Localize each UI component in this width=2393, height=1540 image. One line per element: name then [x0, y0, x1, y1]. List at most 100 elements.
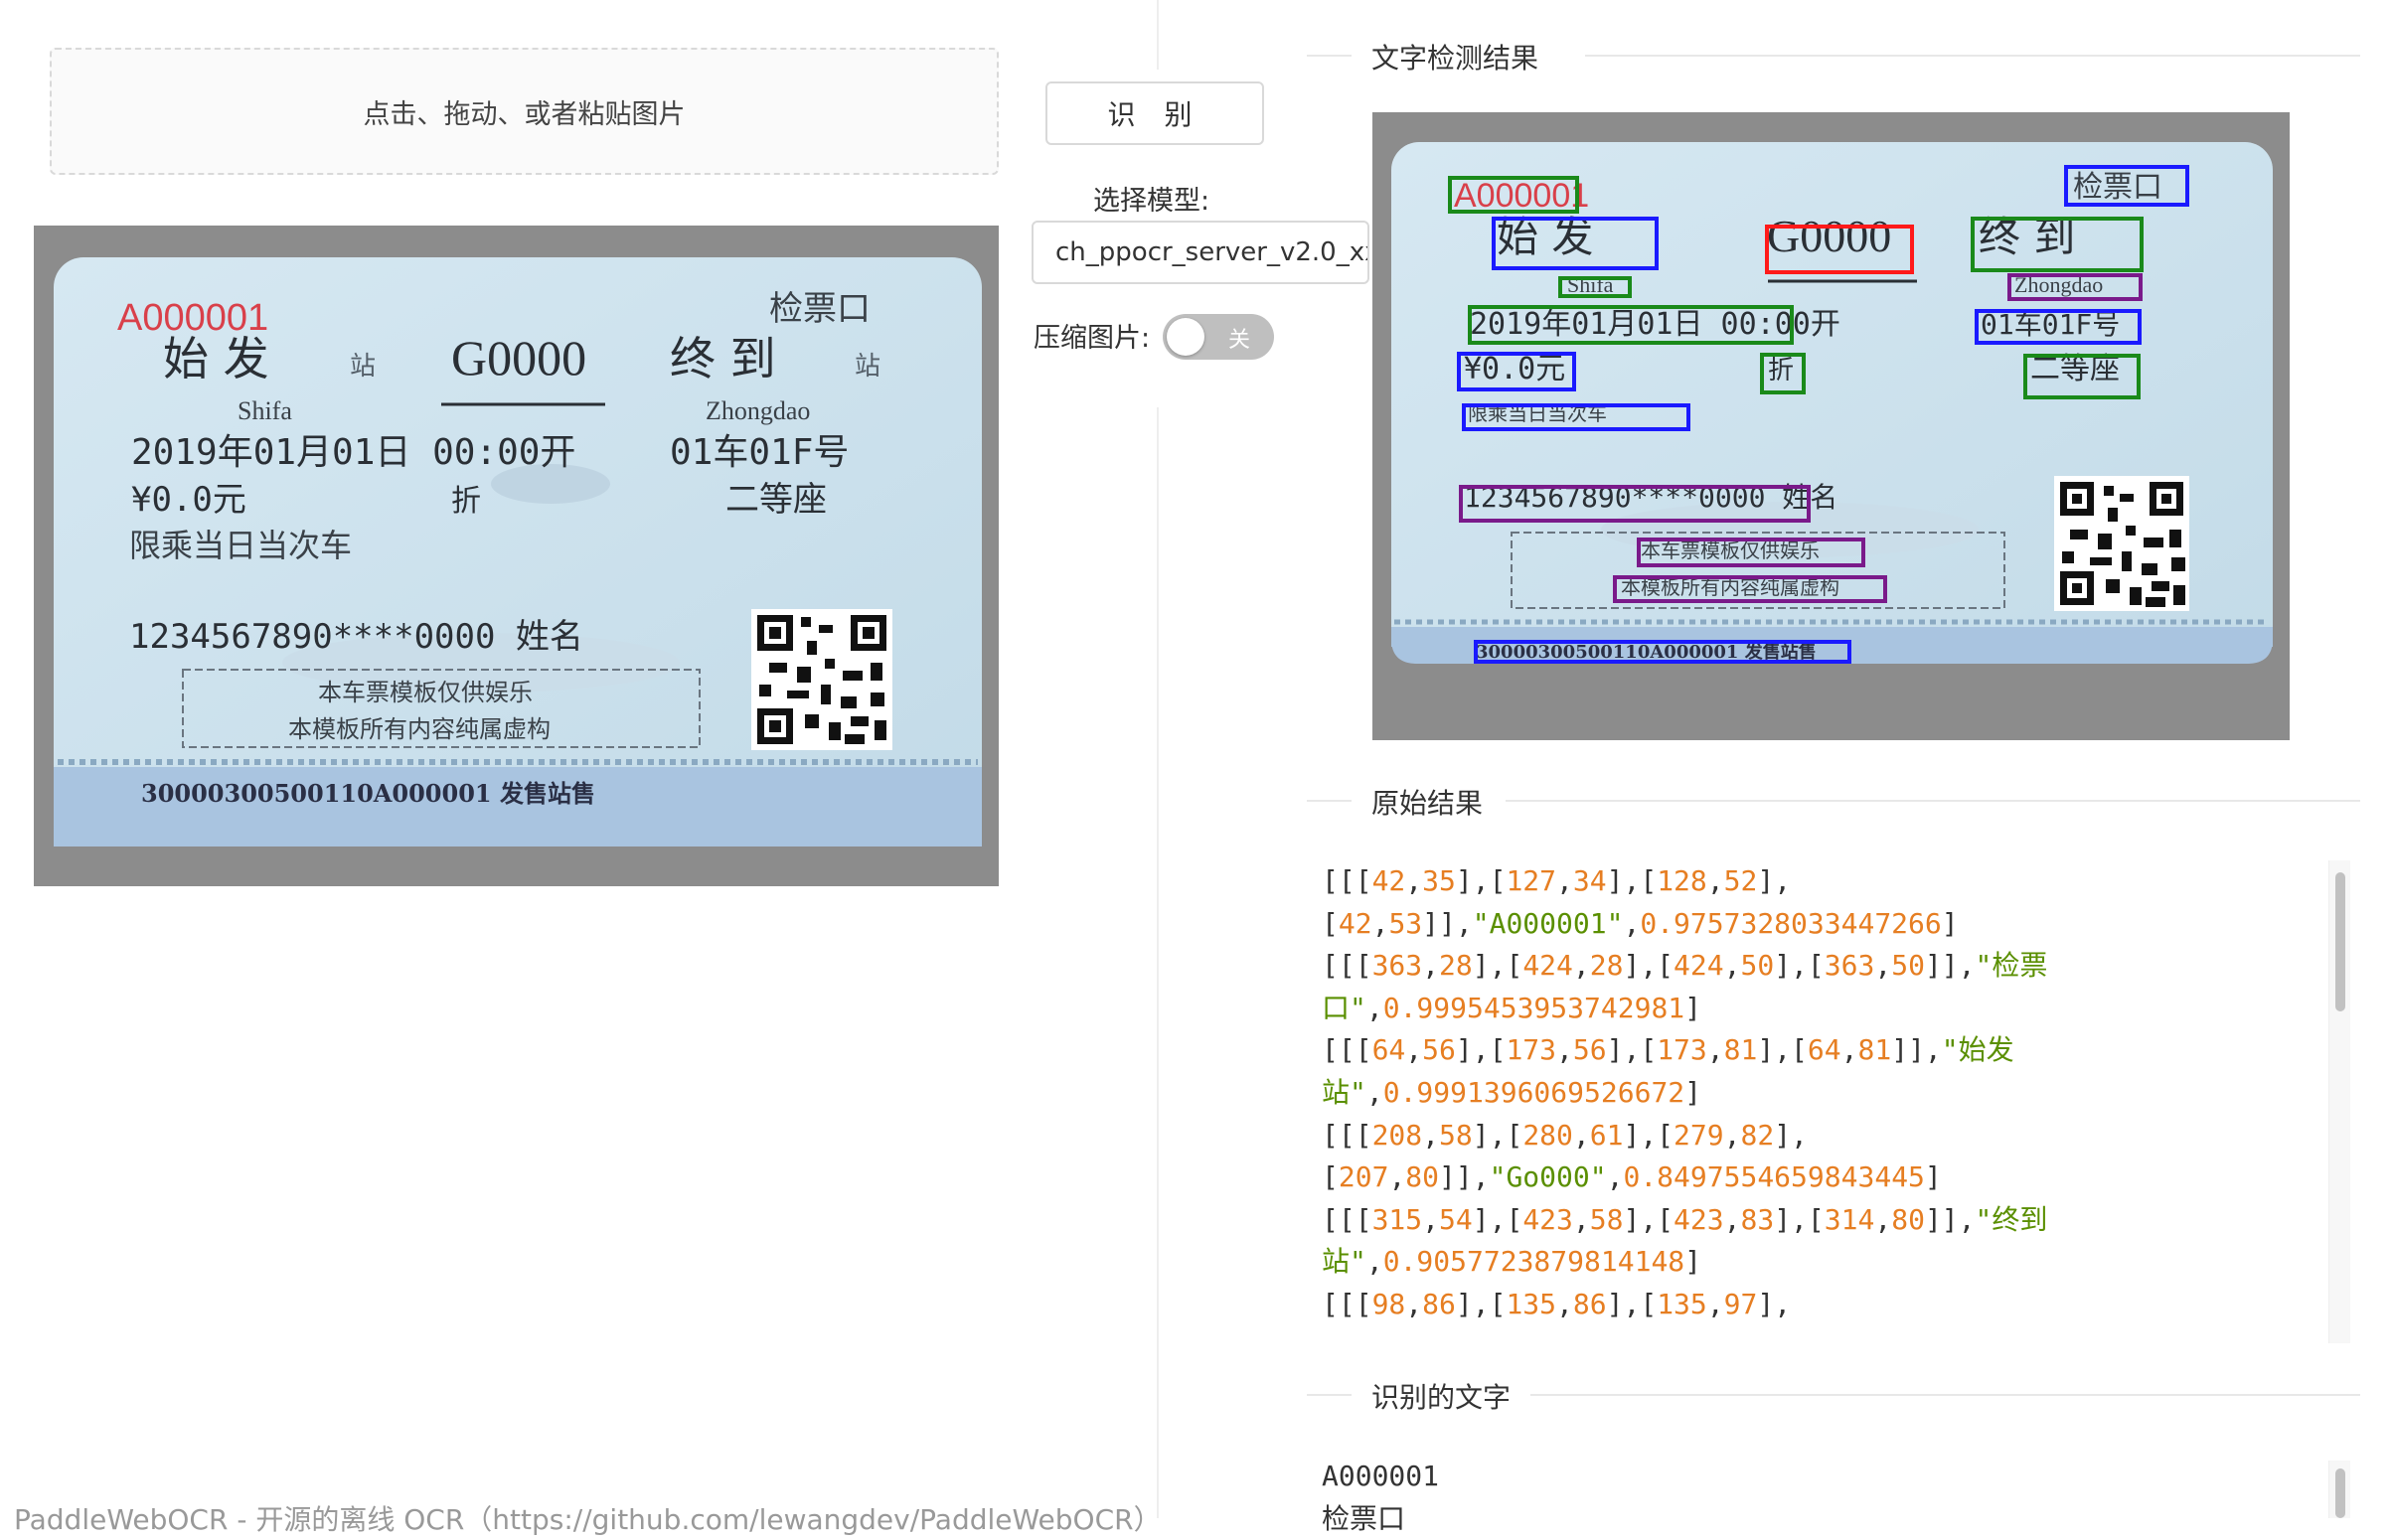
punct-token: ],[ — [1623, 1202, 1675, 1236]
punct-token: ],[ — [1455, 864, 1507, 897]
ticket-id-name: 1234567890****0000 姓名 — [129, 617, 583, 657]
ticket-price: ¥0.0元 — [131, 480, 246, 520]
punct-token: ]], — [1924, 949, 1976, 983]
ticket-notice-1: 本车票模板仅供娱乐 — [318, 679, 533, 706]
text-scroll-thumb[interactable] — [2335, 1468, 2345, 1518]
toggle-state-text: 关 — [1227, 328, 1250, 353]
raw-section-title: 原始结果 — [1371, 782, 1504, 822]
det-discount: 折 — [1768, 356, 1794, 385]
upload-placeholder: 点击、拖动、或者粘贴图片 — [363, 98, 686, 130]
punct-token: , — [1623, 906, 1641, 940]
toggle-knob — [1167, 318, 1204, 356]
ticket-to-suffix: 站 — [855, 352, 880, 382]
string-token: "终到 — [1975, 1202, 2048, 1236]
punct-token: [[[ — [1322, 949, 1372, 983]
ticket-seat: 01车01F号 — [670, 432, 849, 473]
number-token: 28 — [1589, 949, 1624, 983]
number-token: 56 — [1422, 1033, 1456, 1067]
number-token: 50 — [1740, 949, 1775, 983]
detection-svg: A000001 检票口 始 发 G0000 终 到 Shifa Zhongdao… — [1391, 142, 2273, 664]
number-token: 86 — [1572, 1287, 1607, 1320]
text-section-title: 识别的文字 — [1371, 1376, 1531, 1416]
number-token: 135 — [1506, 1287, 1557, 1320]
number-token: 127 — [1506, 864, 1557, 897]
punct-token: , — [1371, 906, 1389, 940]
number-token: 315 — [1371, 1202, 1423, 1236]
punct-token: ],[ — [1774, 1202, 1825, 1236]
number-token: 173 — [1657, 1033, 1707, 1067]
punct-token: ],[ — [1774, 949, 1825, 983]
punct-token: [[[ — [1322, 864, 1372, 897]
number-token: 28 — [1439, 949, 1473, 983]
qr-code-icon — [2054, 476, 2189, 611]
det-price: ¥0.0元 — [1464, 352, 1565, 386]
model-select[interactable]: ch_ppocr_server_v2.0_xx — [1032, 221, 1369, 284]
punct-token: , — [1365, 1245, 1383, 1279]
punct-token: , — [1723, 1118, 1741, 1152]
raw-result-line: [207,80]],"Go000",0.8497554659843445] — [1322, 1156, 2355, 1199]
punct-token: ],[ — [1606, 864, 1658, 897]
punct-token: ], — [1774, 1118, 1808, 1152]
detect-section-title: 文字检测结果 — [1371, 37, 1559, 77]
number-token: 54 — [1439, 1202, 1473, 1236]
string-token: 站" — [1322, 1245, 1366, 1279]
number-token: 56 — [1572, 1033, 1607, 1067]
number-token: 97 — [1723, 1287, 1758, 1320]
ticket-notice-2: 本模板所有内容纯属虚构 — [288, 715, 551, 743]
model-label: 选择模型: — [1093, 186, 1210, 217]
punct-token: , — [1405, 864, 1423, 897]
punct-token: , — [1706, 864, 1724, 897]
raw-result-line: [42,53]],"A000001",0.9757328033447266] — [1322, 903, 2355, 946]
punct-token: , — [1723, 1202, 1741, 1236]
punct-token: ] — [1684, 991, 1702, 1024]
punct-token: [[[ — [1322, 1287, 1372, 1320]
recognize-button[interactable]: 识 别 — [1045, 81, 1264, 145]
det-train: G0000 — [1767, 211, 1891, 261]
ticket-to: 终 到 — [670, 332, 776, 385]
string-token: "检票 — [1975, 949, 2048, 983]
punct-token: ],[ — [1455, 1033, 1507, 1067]
number-token: 207 — [1338, 1160, 1389, 1194]
punct-token: , — [1723, 949, 1741, 983]
punct-token: ]], — [1439, 1160, 1490, 1194]
punct-token: ],[ — [1472, 1118, 1523, 1152]
ticket-discount: 折 — [451, 484, 481, 519]
ticket-bottom-code: 30000300500110A000001 发售站售 — [141, 779, 595, 808]
punct-token: , — [1556, 864, 1573, 897]
raw-result-line: [[[64,56],[173,56],[173,81],[64,81]],"始发 — [1322, 1029, 2355, 1072]
raw-scroll-thumb[interactable] — [2335, 872, 2345, 1011]
image-upload-area[interactable]: 点击、拖动、或者粘贴图片 — [50, 48, 999, 175]
punct-token: , — [1556, 1033, 1573, 1067]
punct-token: ],[ — [1472, 1202, 1523, 1236]
punct-token: ],[ — [1623, 1118, 1675, 1152]
number-token: 80 — [1891, 1202, 1925, 1236]
punct-token: [[[ — [1322, 1033, 1372, 1067]
punct-token: , — [1422, 1118, 1440, 1152]
number-token: 52 — [1723, 864, 1758, 897]
recognized-text-output[interactable]: A000001 检票口 — [1322, 1455, 2315, 1540]
string-token: 站" — [1322, 1075, 1366, 1109]
raw-result-scrollbar[interactable] — [2328, 860, 2350, 1343]
raw-result-line: [[[42,35],[127,34],[128,52], — [1322, 860, 2355, 903]
punct-token: ] — [1941, 906, 1959, 940]
raw-result-line: [[[315,54],[423,58],[423,83],[314,80]],"… — [1322, 1199, 2355, 1242]
number-token: 363 — [1824, 949, 1875, 983]
punct-token: ]], — [1924, 1202, 1976, 1236]
number-token: 42 — [1371, 864, 1406, 897]
number-token: 314 — [1824, 1202, 1875, 1236]
punct-token: [ — [1322, 906, 1339, 940]
raw-result-output[interactable]: [[[42,35],[127,34],[128,52], [42,53]],"A0… — [1322, 860, 2355, 1327]
punct-token: , — [1606, 1160, 1624, 1194]
source-ticket-image: A000001 检票口 始 发 站 G0000 终 到 站 Shifa Zhon… — [34, 226, 999, 886]
compress-toggle[interactable]: 关 — [1163, 314, 1274, 360]
footer-credit: PaddleWebOCR - 开源的离线 OCR（https://github.… — [14, 1503, 1162, 1536]
punct-token: , — [1365, 991, 1383, 1024]
number-token: 64 — [1807, 1033, 1841, 1067]
punct-token: ],[ — [1455, 1287, 1507, 1320]
punct-token: , — [1706, 1033, 1724, 1067]
text-result-scrollbar[interactable] — [2328, 1461, 2350, 1518]
punct-token: ], — [1757, 1287, 1792, 1320]
number-token: 50 — [1891, 949, 1925, 983]
number-token: 135 — [1657, 1287, 1707, 1320]
number-token: 423 — [1522, 1202, 1573, 1236]
